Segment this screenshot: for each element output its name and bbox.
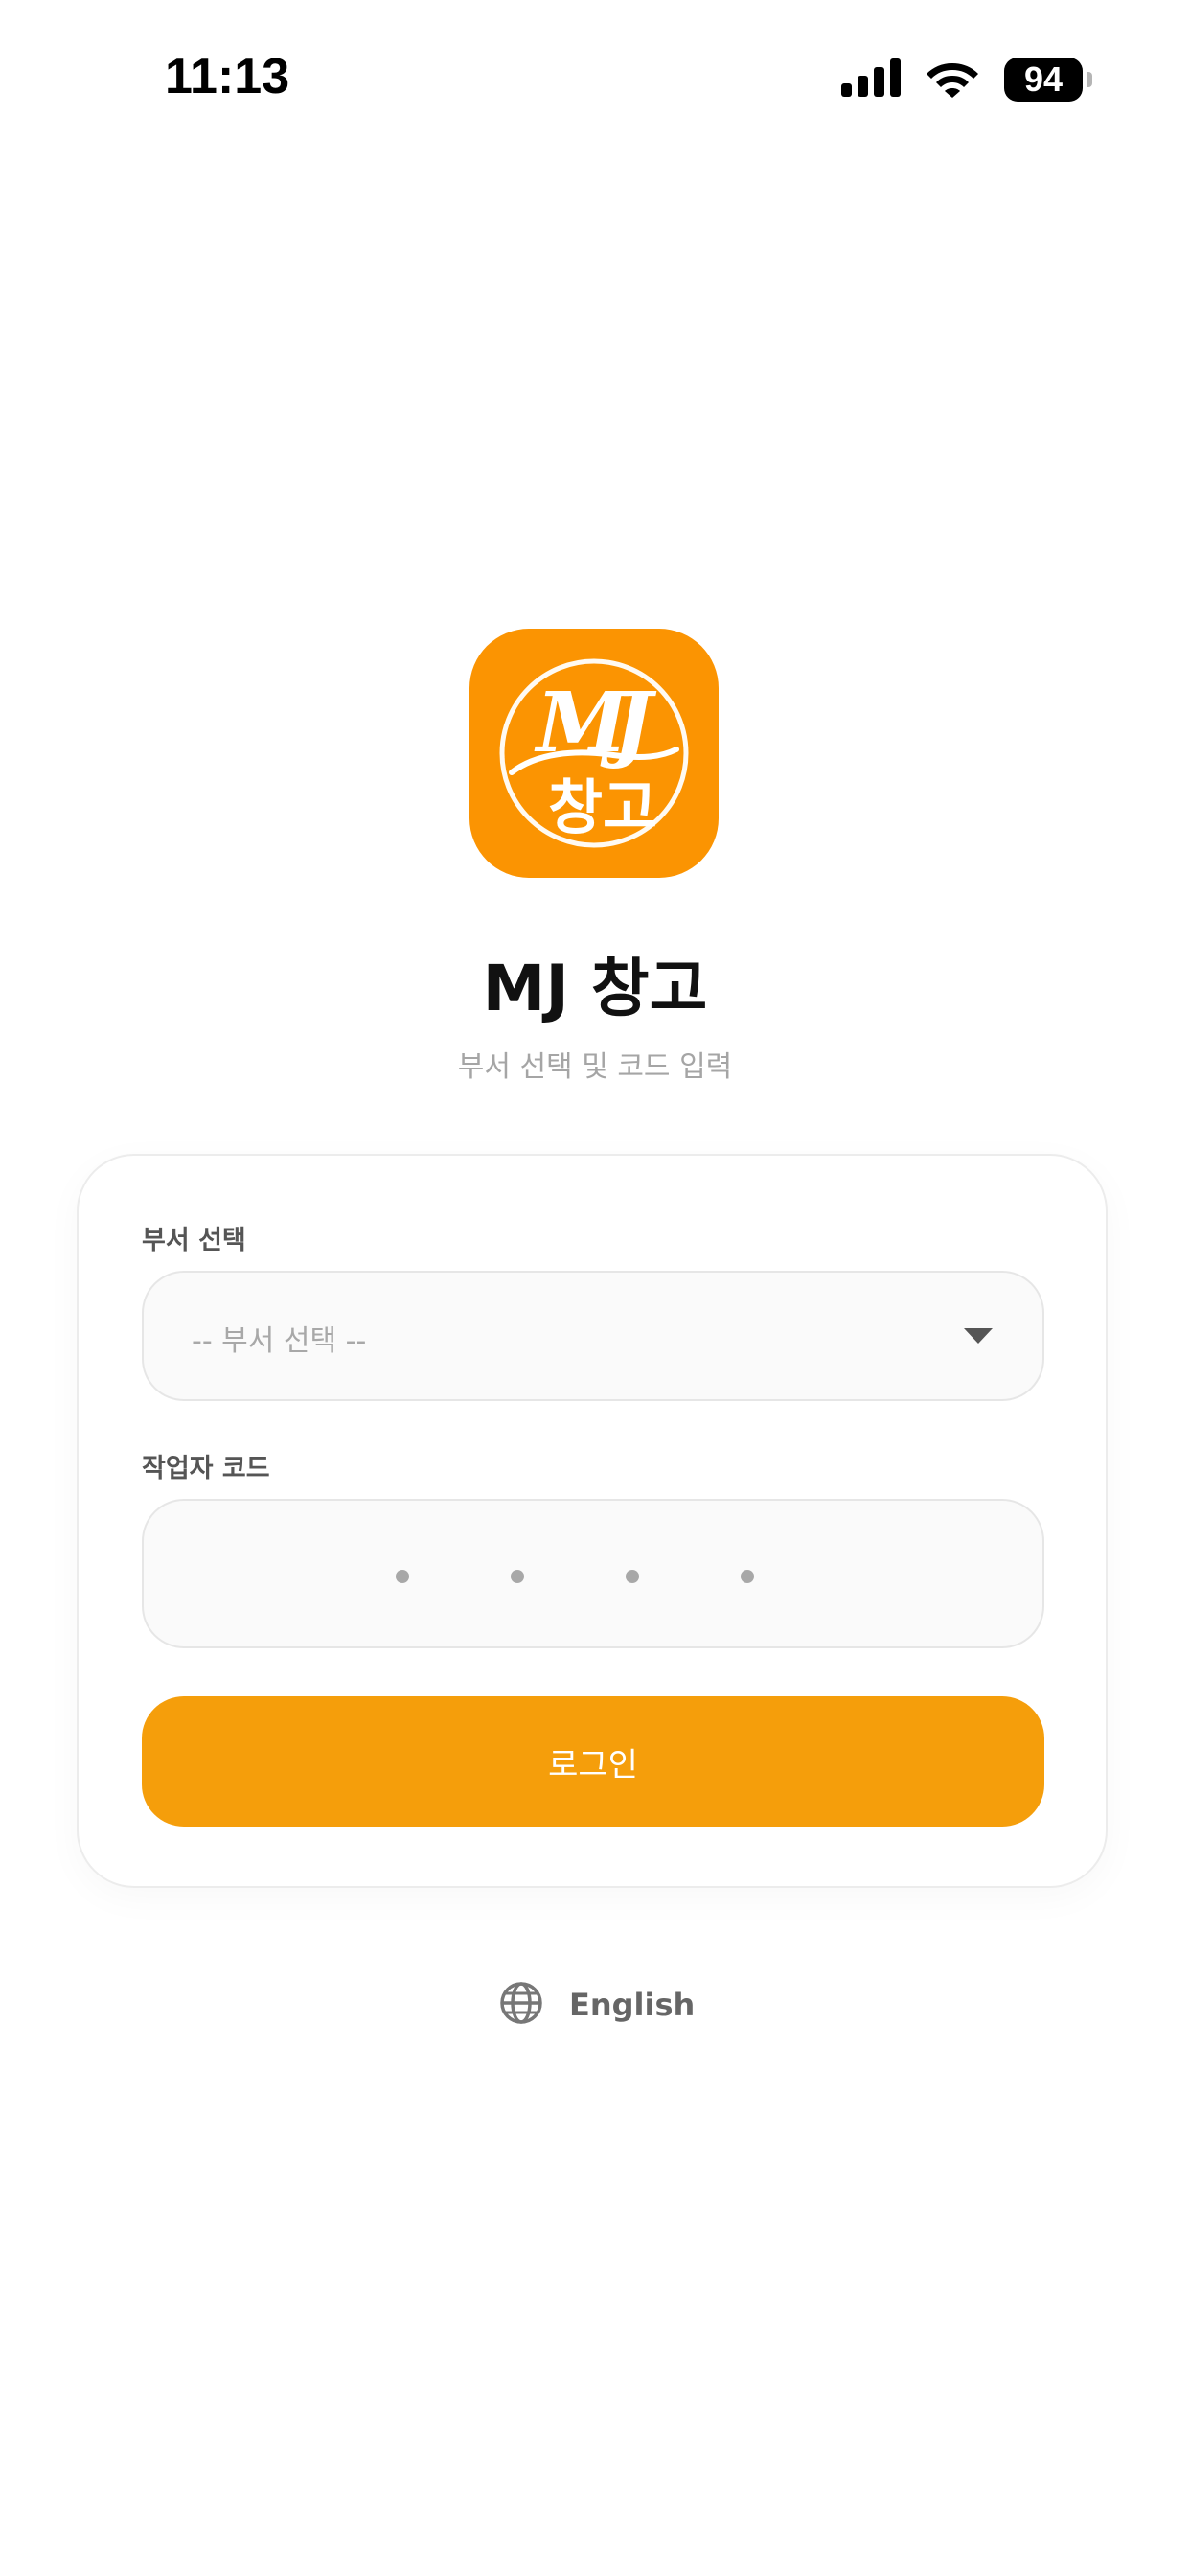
globe-icon [498,1980,544,2030]
battery-tip [1087,72,1092,87]
login-button[interactable]: 로그인 [142,1696,1044,1827]
language-switch[interactable]: English [498,1980,695,2030]
svg-text:창고: 창고 [548,772,657,842]
status-icons: 94 [841,56,1092,104]
dept-select[interactable]: -- 부서 선택 -- [142,1271,1044,1401]
logo-mark-icon: M J 창고 [499,658,689,848]
dept-select-value: -- 부서 선택 -- [192,1324,367,1358]
battery-indicator: 94 [1004,58,1092,102]
status-time: 11:13 [165,49,290,104]
code-dot-4 [741,1570,754,1583]
code-label: 작업자 코드 [142,1454,270,1484]
app-logo: M J 창고 [469,629,719,878]
chevron-down-icon [964,1328,993,1344]
dept-label: 부서 선택 [142,1226,246,1255]
wifi-icon [926,58,979,102]
signal-icon [841,58,901,101]
code-dot-1 [396,1570,409,1583]
login-card: 부서 선택 -- 부서 선택 -- 작업자 코드 로그인 [77,1154,1108,1888]
status-bar: 11:13 94 [0,0,1190,144]
code-dot-2 [511,1570,524,1583]
worker-code-input[interactable] [142,1499,1044,1648]
app-subtitle: 부서 선택 및 코드 입력 [457,1050,733,1084]
language-label: English [569,1987,696,2023]
battery-level: 94 [1023,59,1064,99]
app-title: MJ 창고 [482,952,708,1025]
code-dot-3 [626,1570,639,1583]
